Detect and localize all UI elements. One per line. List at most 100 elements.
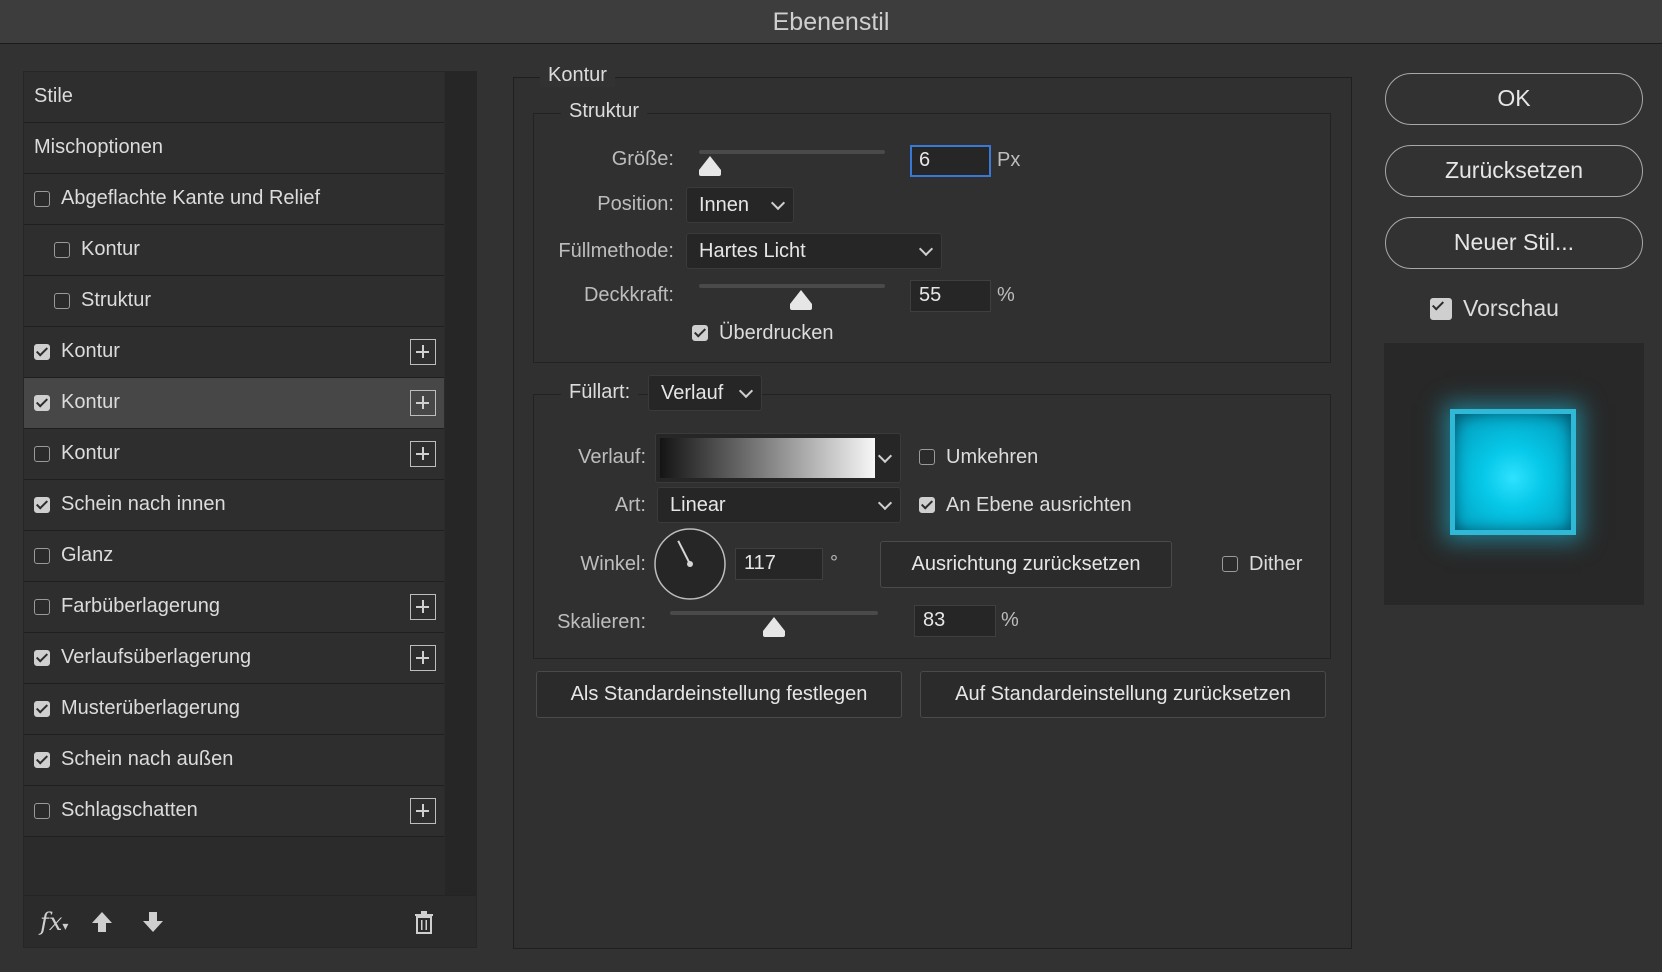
style-item-label: Schein nach innen — [61, 493, 226, 515]
angle-dial[interactable] — [653, 527, 727, 601]
style-value: Linear — [670, 494, 726, 516]
style-item-label: Struktur — [81, 289, 152, 311]
trash-icon[interactable] — [413, 910, 435, 934]
style-item[interactable]: Verlaufsüberlagerung — [24, 633, 444, 684]
opacity-slider-track[interactable] — [699, 284, 885, 288]
style-item-label: Kontur — [61, 442, 120, 464]
style-item-checkbox[interactable] — [34, 752, 50, 768]
style-item-checkbox[interactable] — [34, 803, 50, 819]
style-item[interactable]: Farbüberlagerung — [24, 582, 444, 633]
style-dropdown[interactable]: Linear — [657, 487, 901, 523]
size-input[interactable]: 6 — [910, 145, 991, 177]
chevron-down-icon — [770, 195, 786, 211]
add-effect-icon[interactable] — [410, 798, 436, 824]
chevron-down-icon — [877, 495, 893, 511]
blend-mode-dropdown[interactable]: Hartes Licht — [686, 233, 942, 269]
size-label: Größe: — [611, 148, 674, 170]
overprint-checkbox[interactable] — [692, 325, 708, 341]
style-item[interactable]: Struktur — [24, 276, 444, 327]
style-label: Art: — [614, 494, 646, 516]
style-item[interactable]: Schein nach innen — [24, 480, 444, 531]
style-item-checkbox[interactable] — [54, 242, 70, 258]
style-preview — [1384, 343, 1644, 605]
reset-default-button[interactable]: Auf Standardeinstellung zurücksetzen — [920, 671, 1326, 718]
align-layer-checkbox[interactable] — [919, 497, 935, 513]
align-layer-label: An Ebene ausrichten — [946, 494, 1132, 516]
scale-label: Skalieren: — [557, 611, 646, 633]
blend-mode-value: Hartes Licht — [699, 240, 806, 262]
add-effect-icon[interactable] — [410, 645, 436, 671]
styles-toolbar: fx▾ — [24, 895, 476, 948]
style-item[interactable]: Glanz — [24, 531, 444, 582]
style-item-label: Mischoptionen — [34, 136, 163, 158]
style-item[interactable]: Kontur — [24, 225, 444, 276]
add-effect-icon[interactable] — [410, 390, 436, 416]
style-item-label: Stile — [34, 85, 73, 107]
style-item-checkbox[interactable] — [54, 293, 70, 309]
style-item-checkbox[interactable] — [34, 191, 50, 207]
move-up-icon[interactable] — [90, 910, 114, 934]
style-item-label: Kontur — [61, 391, 120, 413]
fill-type-label: Füllart: — [561, 381, 639, 404]
angle-input[interactable]: 117 — [735, 548, 823, 580]
style-item-label: Kontur — [61, 340, 120, 362]
styles-list: Stile Mischoptionen Abgeflachte Kante und … — [24, 72, 444, 837]
make-default-button[interactable]: Als Standardeinstellung festlegen — [536, 671, 902, 718]
opacity-input[interactable]: 55 — [910, 280, 991, 312]
style-item[interactable]: Kontur — [24, 378, 444, 429]
style-item-checkbox[interactable] — [34, 548, 50, 564]
section-title: Kontur — [540, 64, 615, 87]
preview-swatch — [1450, 409, 1576, 535]
style-item[interactable]: Musterüberlagerung — [24, 684, 444, 735]
chevron-down-icon[interactable] — [877, 448, 893, 464]
fx-icon[interactable]: fx▾ — [40, 908, 68, 936]
style-item[interactable]: Kontur — [24, 429, 444, 480]
style-item[interactable]: Schlagschatten — [24, 786, 444, 837]
reverse-checkbox[interactable] — [919, 449, 935, 465]
dither-checkbox[interactable] — [1222, 556, 1238, 572]
add-effect-icon[interactable] — [410, 339, 436, 365]
fill-type-dropdown[interactable]: Verlauf — [648, 375, 762, 411]
new-style-button[interactable]: Neuer Stil... — [1385, 217, 1643, 269]
style-item-checkbox[interactable] — [34, 344, 50, 360]
chevron-down-icon — [738, 383, 754, 399]
style-item[interactable]: Kontur — [24, 327, 444, 378]
style-item-label: Schlagschatten — [61, 799, 198, 821]
style-item-checkbox[interactable] — [34, 395, 50, 411]
angle-label: Winkel: — [580, 553, 646, 575]
ok-button[interactable]: OK — [1385, 73, 1643, 125]
opacity-unit: % — [997, 284, 1015, 306]
style-item-checkbox[interactable] — [34, 497, 50, 513]
style-item-checkbox[interactable] — [34, 599, 50, 615]
style-item-label: Farbüberlagerung — [61, 595, 220, 617]
style-item[interactable]: Mischoptionen — [24, 123, 444, 174]
style-item[interactable]: Schein nach außen — [24, 735, 444, 786]
reset-alignment-button[interactable]: Ausrichtung zurücksetzen — [880, 541, 1172, 588]
add-effect-icon[interactable] — [410, 594, 436, 620]
gradient-preview[interactable] — [660, 438, 875, 478]
position-value: Innen — [699, 194, 750, 216]
preview-checkbox[interactable] — [1430, 298, 1452, 320]
style-item-checkbox[interactable] — [34, 701, 50, 717]
size-slider-track[interactable] — [699, 150, 885, 154]
style-item-checkbox[interactable] — [34, 650, 50, 666]
fx-label: fx — [40, 908, 63, 936]
gradient-picker[interactable] — [655, 433, 901, 483]
add-effect-icon[interactable] — [410, 441, 436, 467]
position-dropdown[interactable]: Innen — [686, 187, 794, 223]
fill-type-value: Verlauf — [661, 382, 724, 404]
scale-slider-track[interactable] — [670, 611, 878, 615]
style-item-label: Schein nach außen — [61, 748, 234, 770]
scale-input[interactable]: 83 — [914, 605, 996, 637]
window-title: Ebenenstil — [772, 8, 890, 36]
opacity-label: Deckkraft: — [583, 284, 674, 306]
style-item[interactable]: Abgeflachte Kante und Relief — [24, 174, 444, 225]
style-item-checkbox[interactable] — [34, 446, 50, 462]
structure-title: Struktur — [561, 100, 648, 123]
reset-button[interactable]: Zurücksetzen — [1385, 145, 1643, 197]
style-item[interactable]: Stile — [24, 72, 444, 123]
gradient-label: Verlauf: — [578, 446, 646, 468]
move-down-icon[interactable] — [141, 910, 165, 934]
styles-scrollbar[interactable] — [445, 72, 476, 895]
angle-unit: ° — [830, 552, 838, 574]
